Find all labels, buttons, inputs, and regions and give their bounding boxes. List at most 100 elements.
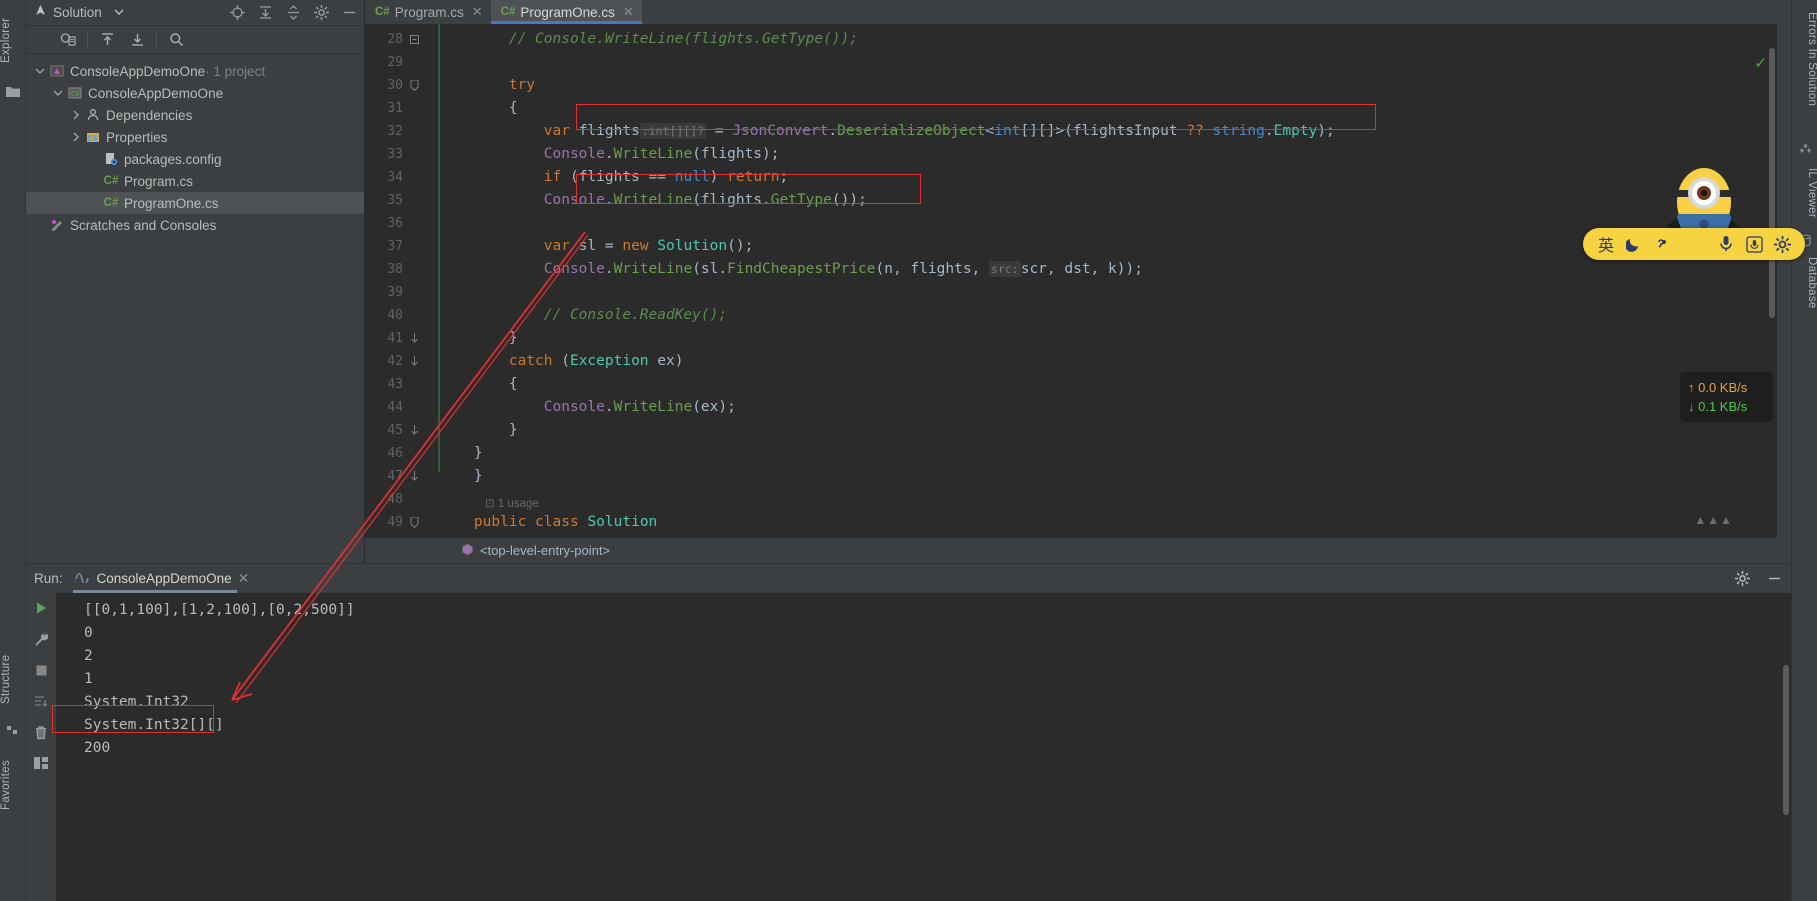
breadcrumb[interactable]: <top-level-entry-point> bbox=[365, 537, 1777, 563]
tree-item-program-cs[interactable]: C# Program.cs bbox=[26, 170, 364, 192]
code-token: Console bbox=[543, 261, 605, 277]
upload-speed-value: 0.0 KB/s bbox=[1698, 380, 1748, 395]
soft-wrap-icon[interactable] bbox=[30, 690, 52, 712]
minimap-markers: ▲▲▲ bbox=[1694, 513, 1733, 527]
chevron-right-icon[interactable] bbox=[68, 107, 84, 123]
code-token: . bbox=[604, 146, 614, 162]
console-line: 2 bbox=[84, 648, 93, 664]
settings-icon[interactable] bbox=[310, 2, 332, 24]
microphone-icon[interactable] bbox=[1713, 231, 1739, 257]
tree-item-packages-config[interactable]: packages.config bbox=[26, 148, 364, 170]
rerun-icon[interactable] bbox=[30, 597, 52, 619]
code-token: var bbox=[543, 123, 570, 139]
code-viewport[interactable]: 28 29 30 31 32 33 34 35 36 37 38 39 40 41 42 43 44 45 46 47… bbox=[365, 24, 1777, 537]
expand-all-icon[interactable] bbox=[254, 2, 276, 24]
code-token: . bbox=[1264, 123, 1274, 139]
csharp-icon: C# bbox=[375, 6, 390, 18]
usage-hint[interactable]: ⊡ 1 usage bbox=[485, 496, 539, 510]
folder-icon[interactable] bbox=[5, 84, 21, 100]
tree-item-consoleappdemoone[interactable]: C# ConsoleAppDemoOne bbox=[26, 82, 364, 104]
editor-tab-programone-cs[interactable]: C# ProgramOne.cs ✕ bbox=[490, 0, 642, 24]
code-token: string bbox=[1212, 123, 1265, 139]
stop-icon[interactable] bbox=[30, 659, 52, 681]
close-icon[interactable]: ✕ bbox=[623, 4, 634, 20]
fold-marker-icon[interactable] bbox=[407, 465, 421, 488]
target-icon[interactable] bbox=[226, 2, 248, 24]
tree-item-properties[interactable]: Properties bbox=[26, 126, 364, 148]
voice-input-icon[interactable] bbox=[1741, 231, 1767, 257]
moon-icon[interactable] bbox=[1621, 231, 1647, 257]
tree-item-dependencies[interactable]: Dependencies bbox=[26, 104, 364, 126]
line-number: 40 bbox=[387, 308, 403, 323]
dependencies-icon bbox=[84, 107, 102, 123]
fold-marker-icon[interactable] bbox=[407, 350, 421, 373]
tree-item-consoleappdemoone[interactable]: ConsoleAppDemoOne · 1 project bbox=[26, 60, 364, 82]
line-number: 35 bbox=[387, 193, 403, 208]
chevron-down-icon[interactable] bbox=[50, 85, 66, 101]
line-number: 38 bbox=[387, 262, 403, 277]
code-token: ()); bbox=[831, 192, 867, 208]
sidebar-item-errors-in-solution[interactable]: Errors In Solution bbox=[1792, 4, 1817, 114]
ime-toolbar: 英 bbox=[1583, 228, 1805, 260]
inspection-status-icon[interactable]: ✓ bbox=[1754, 54, 1767, 72]
layout-icon[interactable] bbox=[30, 752, 52, 774]
code-line: Console.WriteLine(ex); bbox=[439, 396, 736, 419]
console-output[interactable]: [[0,1,100],[1,2,100],[0,2,500]] 0 2 1 System… bbox=[56, 593, 1791, 901]
gear-icon[interactable] bbox=[1731, 568, 1753, 590]
structure-icon bbox=[5, 722, 21, 738]
console-scrollbar[interactable] bbox=[1783, 665, 1789, 815]
wrench-icon[interactable] bbox=[30, 628, 52, 650]
sidebar-item-database[interactable]: Database bbox=[1792, 250, 1817, 316]
code-token: ?? bbox=[1186, 123, 1204, 139]
import-icon[interactable] bbox=[123, 28, 151, 52]
left-tool-rail: Explorer Structure Favorites bbox=[0, 0, 26, 901]
minimize-icon[interactable] bbox=[1763, 568, 1785, 590]
sidebar-item-structure[interactable]: Structure bbox=[0, 642, 26, 716]
tree-item-scratches-and-consoles[interactable]: Scratches and Consoles bbox=[26, 214, 364, 236]
tree-item-programone-cs[interactable]: C# ProgramOne.cs bbox=[26, 192, 364, 214]
export-icon[interactable] bbox=[93, 28, 121, 52]
editor-tab-label: ProgramOne.cs bbox=[520, 4, 615, 20]
chevron-down-icon[interactable] bbox=[108, 2, 130, 24]
fold-marker-icon[interactable] bbox=[407, 511, 421, 534]
show-all-files-icon[interactable] bbox=[54, 28, 82, 52]
code-token: Solution bbox=[657, 238, 728, 254]
fold-marker-icon[interactable] bbox=[407, 74, 421, 97]
run-configuration-tab[interactable]: ConsoleAppDemoOne ✕ bbox=[72, 566, 252, 593]
editor-vertical-scrollbar[interactable] bbox=[1769, 48, 1775, 318]
chevron-down-icon[interactable] bbox=[32, 63, 48, 79]
trash-icon[interactable] bbox=[30, 721, 52, 743]
chevron-right-icon[interactable] bbox=[68, 129, 84, 145]
run-header: Run: ConsoleAppDemoOne ✕ bbox=[26, 563, 1791, 593]
editor-tab-program-cs[interactable]: C# Program.cs ✕ bbox=[365, 0, 491, 24]
ime-mode-button[interactable]: 英 bbox=[1593, 231, 1619, 257]
sidebar-item-favorites[interactable]: Favorites bbox=[0, 748, 26, 822]
fold-marker-icon[interactable] bbox=[407, 419, 421, 442]
code-token: scr, dst, k)); bbox=[1020, 261, 1143, 277]
search-icon[interactable] bbox=[162, 28, 190, 52]
minimize-icon[interactable] bbox=[338, 2, 360, 24]
solution-title: Solution bbox=[53, 5, 102, 20]
code-text[interactable]: // Console.WriteLine(flights.GetType());… bbox=[439, 24, 1777, 537]
solution-tree: ConsoleAppDemoOne · 1 project C# ConsoleAp… bbox=[26, 54, 364, 236]
comma-icon[interactable] bbox=[1649, 231, 1675, 257]
sidebar-item-explorer[interactable]: Explorer bbox=[0, 4, 26, 76]
sidebar-item-il-viewer[interactable]: IL Viewer bbox=[1792, 160, 1817, 226]
line-number: 37 bbox=[387, 239, 403, 254]
settings-icon[interactable] bbox=[1769, 231, 1795, 257]
code-token: GetType bbox=[770, 192, 832, 208]
fold-marker-icon[interactable] bbox=[407, 327, 421, 350]
code-token: (); bbox=[727, 238, 754, 254]
csproj-icon: C# bbox=[66, 85, 84, 101]
collapse-all-icon[interactable] bbox=[282, 2, 304, 24]
close-icon[interactable]: ✕ bbox=[238, 570, 250, 587]
line-number: 31 bbox=[387, 101, 403, 116]
console-line: [[0,1,100],[1,2,100],[0,2,500]] bbox=[84, 602, 355, 618]
close-icon[interactable]: ✕ bbox=[472, 4, 483, 20]
fold-marker-icon[interactable] bbox=[407, 28, 421, 51]
